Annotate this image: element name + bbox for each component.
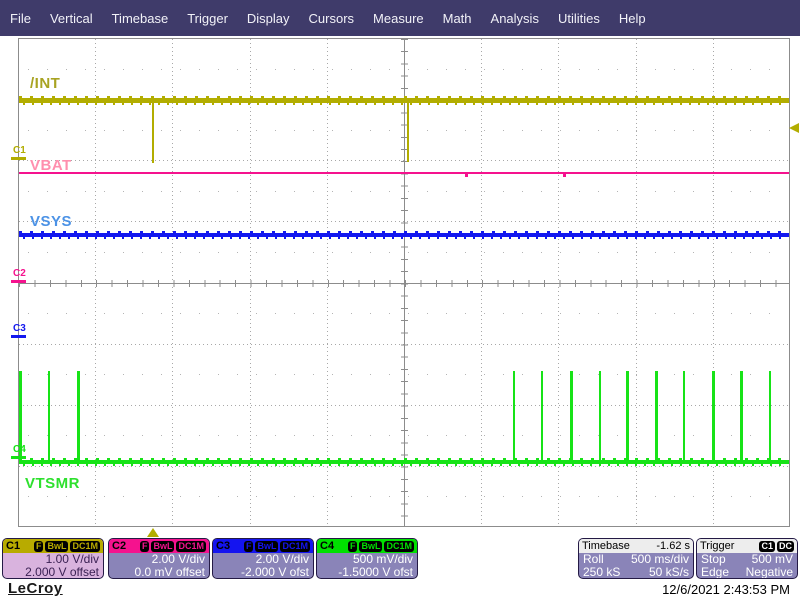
menu-item-vertical[interactable]: Vertical (50, 11, 93, 26)
c2-badges: F BwL DC1M (139, 540, 206, 552)
c2-id: C2 (112, 540, 127, 552)
channel-box-c3[interactable]: C3 F BwL DC1M 2.00 V/div -2.000 V ofst (212, 538, 314, 579)
c1-id: C1 (6, 540, 21, 552)
c1-badge-bwl: BwL (45, 540, 69, 552)
channel-box-c4[interactable]: C4 F BwL DC1M 500 mV/div -1.5000 V ofst (316, 538, 418, 579)
timebase-delay-value: -1.62 s (656, 540, 690, 552)
datetime: 12/6/2021 2:43:53 PM (662, 582, 790, 597)
c3-offset: -2.000 V ofst (240, 565, 309, 579)
menu-item-cursors[interactable]: Cursors (309, 11, 355, 26)
trigger-type: Edge (701, 565, 730, 579)
channel-box-c1[interactable]: C1 F BwL DC1M 1.00 V/div 2.000 V offset (2, 538, 104, 579)
timebase-title: Timebase (582, 540, 630, 552)
menu-item-math[interactable]: Math (443, 11, 472, 26)
c3-badge-bwl: BwL (255, 540, 279, 552)
trigger-box[interactable]: Trigger C1 DC Stop 500 mV Edge Negative (696, 538, 798, 579)
c1-offset: 2.000 V offset (25, 565, 99, 579)
oscilloscope-screen: File Vertical Timebase Trigger Display Cursor… (0, 0, 800, 600)
c3-badge-f: F (243, 540, 254, 552)
trigger-slope: Negative (745, 565, 793, 579)
c4-offset: -1.5000 V ofst (338, 565, 413, 579)
c1-badges: F BwL DC1M (33, 540, 100, 552)
graticule[interactable] (18, 38, 790, 527)
c4-id: C4 (320, 540, 335, 552)
c2-offset: 0.0 mV offset (134, 565, 205, 579)
c3-id: C3 (216, 540, 231, 552)
c3-badges: F BwL DC1M (243, 540, 310, 552)
timebase-samples: 250 kS (583, 565, 621, 579)
c2-badge-dc1m: DC1M (176, 540, 206, 552)
trigger-time-marker[interactable] (147, 528, 159, 537)
channel-box-c2[interactable]: C2 F BwL DC1M 2.00 V/div 0.0 mV offset (108, 538, 210, 579)
menu-item-utilities[interactable]: Utilities (558, 11, 600, 26)
trigger-level-marker[interactable] (789, 123, 799, 133)
timebase-box[interactable]: Timebase -1.62 s Roll 500 ms/div 250 kS … (578, 538, 694, 579)
c3-badge-dc1m: DC1M (280, 540, 310, 552)
c1-badge-f: F (33, 540, 44, 552)
menu-item-help[interactable]: Help (619, 11, 646, 26)
c4-badge-dc1m: DC1M (384, 540, 414, 552)
c2-header: C2 F BwL DC1M (109, 539, 209, 553)
c4-badges: F BwL DC1M (347, 540, 414, 552)
menu-bar: File Vertical Timebase Trigger Display Cursor… (0, 0, 800, 36)
trigger-coupling-badge: DC (777, 540, 794, 552)
c4-badge-f: F (347, 540, 358, 552)
trigger-title: Trigger (700, 540, 735, 552)
menu-item-file[interactable]: File (10, 11, 31, 26)
menu-item-analysis[interactable]: Analysis (491, 11, 539, 26)
timebase-samplerate: 50 kS/s (648, 565, 689, 579)
lecroy-logo: LeCroy (8, 580, 63, 597)
menu-item-display[interactable]: Display (247, 11, 290, 26)
c1-badge-dc1m: DC1M (70, 540, 100, 552)
c3-header: C3 F BwL DC1M (213, 539, 313, 553)
c4-header: C4 F BwL DC1M (317, 539, 417, 553)
c2-badge-bwl: BwL (151, 540, 175, 552)
c2-badge-f: F (139, 540, 150, 552)
c4-badge-bwl: BwL (359, 540, 383, 552)
menu-item-timebase[interactable]: Timebase (112, 11, 169, 26)
c1-header: C1 F BwL DC1M (3, 539, 103, 553)
menu-item-trigger[interactable]: Trigger (187, 11, 228, 26)
menu-item-measure[interactable]: Measure (373, 11, 424, 26)
trigger-source-badge: C1 (759, 540, 775, 552)
